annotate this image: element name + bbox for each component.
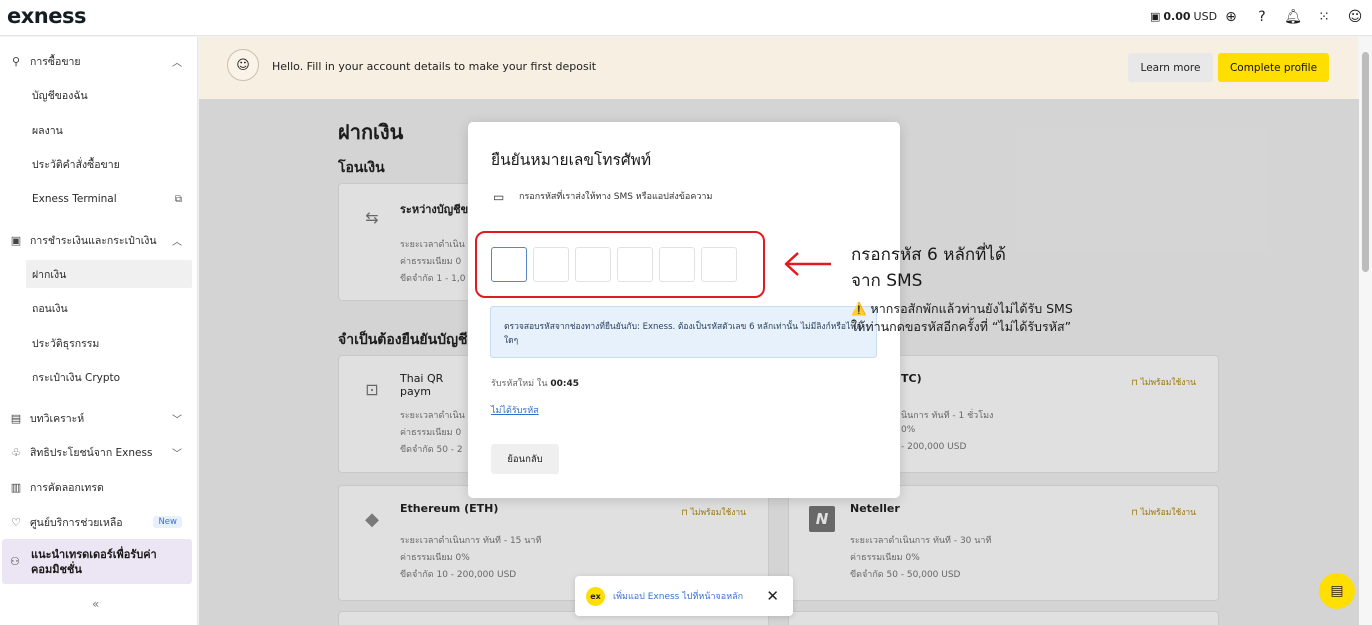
complete-profile-button[interactable]: Complete profile	[1218, 53, 1329, 82]
sidebar-item-help-center[interactable]: ♡ ศูนย์บริการช่วยเหลือ New	[0, 512, 198, 532]
chevron-up-icon: ︿	[172, 57, 182, 69]
help-icon[interactable]: ?	[1253, 8, 1271, 26]
benefits-icon: ♧	[11, 445, 21, 459]
sidebar-item-transactions[interactable]: ประวัติธุรกรรม	[0, 333, 198, 353]
sidebar-item-label: การซื้อขาย	[30, 55, 81, 68]
sidebar-item-payments[interactable]: ▣ การชำระเงินและกระเป๋าเงิน ︿	[0, 230, 198, 250]
sidebar-item-benefits[interactable]: ♧ สิทธิประโยชน์จาก Exness ﹀	[0, 442, 198, 462]
profile-icon[interactable]: ☺	[1346, 8, 1364, 26]
annotation-line: จาก SMS	[851, 271, 923, 291]
scrollbar-thumb[interactable]	[1362, 52, 1369, 272]
top-bar: exness ▣ 0.00 USD ⊕ ? 🔔︎ ⁙ ☺	[0, 0, 1372, 36]
sidebar-item-label: บัญชีของฉัน	[32, 89, 88, 102]
toast-text[interactable]: เพิ่มแอป Exness ไปที่หน้าจอหลัก	[613, 589, 743, 603]
users-icon: ⚇	[10, 555, 20, 568]
annotation-warning-line: ⚠️ หากรอสักพักแล้วท่านยังไม่ได้รับ SMS	[851, 301, 1073, 316]
sidebar-item-label: ผลงาน	[32, 124, 63, 137]
annotation-line: กรอกรหัส 6 หลักที่ได้	[851, 245, 1006, 265]
sidebar-item-analytics[interactable]: ▤ บทวิเคราะห์ ﹀	[0, 408, 198, 428]
sidebar-item-label: ประวัติคำสั่งซื้อขาย	[32, 158, 120, 171]
annotation-instruction: กรอกรหัส 6 หลักที่ได้ จาก SMS	[851, 242, 1071, 294]
sidebar-item-referral[interactable]: ⚇ แนะนำเทรดเดอร์เพื่อรับค่าคอมมิชชั่น	[2, 539, 192, 584]
add-to-homescreen-toast[interactable]: ex เพิ่มแอป Exness ไปที่หน้าจอหลัก ✕	[575, 576, 793, 616]
security-hint-text: ตรวจสอบรหัสจากช่องทางที่ยืนยันกับ: Exnes…	[504, 322, 862, 346]
sidebar-item-deposit[interactable]: ฝากเงิน	[26, 260, 192, 288]
sidebar-item-my-accounts[interactable]: บัญชีของฉัน	[0, 85, 198, 105]
chevron-down-icon: ﹀	[172, 448, 182, 460]
back-button[interactable]: ย้อนกลับ	[491, 444, 559, 474]
sidebar-item-crypto-wallet[interactable]: กระเป๋าเงิน Crypto	[0, 367, 198, 387]
close-icon[interactable]: ✕	[766, 587, 779, 605]
heart-icon: ♡	[11, 515, 21, 529]
otp-highlight-frame	[475, 231, 765, 298]
exness-app-icon: ex	[586, 586, 605, 606]
balance-amount: 0.00	[1163, 10, 1191, 23]
annotation-arrow-icon	[784, 252, 831, 276]
verify-phone-modal: ยืนยันหมายเลขโทรศัพท์ ▭ กรอกรหัสที่เราส่…	[468, 122, 900, 498]
chevron-up-icon: ︿	[172, 236, 182, 248]
annotation-warning: ⚠️ หากรอสักพักแล้วท่านยังไม่ได้รับ SMS ใ…	[851, 300, 1073, 336]
resend-timer: 00:45	[550, 379, 580, 389]
learn-more-button[interactable]: Learn more	[1128, 53, 1213, 82]
banner-message: Hello. Fill in your account details to m…	[272, 60, 597, 73]
sidebar-item-trading[interactable]: ⚲ การซื้อขาย ︿	[0, 51, 198, 71]
message-icon: ▭	[493, 190, 505, 204]
globe-icon[interactable]: ⊕	[1222, 8, 1240, 26]
wallet-icon: ▣	[1150, 10, 1161, 23]
sidebar-item-withdraw[interactable]: ถอนเงิน	[0, 298, 198, 318]
trading-icon: ⚲	[11, 54, 21, 68]
exness-logo[interactable]: exness	[7, 4, 86, 28]
sidebar-item-copy-trading[interactable]: ▥ การคัดลอกเทรด	[0, 477, 198, 497]
external-link-icon: ⧉	[174, 193, 182, 205]
analytics-icon: ▤	[10, 411, 22, 425]
user-avatar-icon: ☺	[227, 49, 259, 81]
sidebar-item-label: ถอนเงิน	[32, 302, 68, 315]
sidebar: ⚲ การซื้อขาย ︿ บัญชีของฉัน ผลงาน ประวัติ…	[0, 37, 198, 625]
sidebar-item-label: ฝากเงิน	[32, 268, 67, 281]
sidebar-item-label: แนะนำเทรดเดอร์เพื่อรับค่าคอมมิชชั่น	[31, 547, 157, 576]
resend-label: รับรหัสใหม่ ใน	[491, 379, 548, 389]
collapse-sidebar-button[interactable]: «	[92, 597, 99, 611]
chat-icon[interactable]: ▤	[1319, 573, 1355, 609]
copy-trading-icon: ▥	[10, 480, 22, 494]
sidebar-item-label: สิทธิประโยชน์จาก Exness	[30, 446, 153, 459]
modal-title: ยืนยันหมายเลขโทรศัพท์	[491, 151, 652, 169]
sidebar-item-terminal[interactable]: Exness Terminal ⧉	[0, 189, 198, 209]
apps-grid-icon[interactable]: ⁙	[1315, 8, 1333, 26]
sidebar-item-order-history[interactable]: ประวัติคำสั่งซื้อขาย	[0, 154, 198, 174]
sidebar-item-label: การคัดลอกเทรด	[30, 481, 104, 494]
sidebar-item-label: กระเป๋าเงิน Crypto	[32, 371, 121, 384]
sidebar-item-label: การชำระเงินและกระเป๋าเงิน	[30, 234, 157, 247]
sidebar-item-label: บทวิเคราะห์	[30, 412, 85, 425]
resend-countdown: รับรหัสใหม่ ใน 00:45	[491, 376, 579, 390]
sidebar-item-performance[interactable]: ผลงาน	[0, 120, 198, 140]
new-badge: New	[153, 516, 182, 528]
balance-currency: USD	[1193, 10, 1218, 23]
sidebar-item-label: ประวัติธุรกรรม	[32, 337, 100, 350]
bell-icon[interactable]: 🔔︎	[1284, 8, 1302, 26]
sidebar-item-label: ศูนย์บริการช่วยเหลือ	[30, 516, 123, 529]
wallet-icon: ▣	[10, 233, 22, 247]
sidebar-item-label: Exness Terminal	[32, 193, 117, 205]
profile-banner: ☺ Hello. Fill in your account details to…	[199, 37, 1357, 99]
no-code-link[interactable]: ไม่ได้รับรหัส	[491, 403, 539, 417]
annotation-warning-line: ให้ท่านกดขอรหัสอีกครั้งที่ “ไม่ได้รับรหั…	[851, 319, 1072, 334]
security-hint: ตรวจสอบรหัสจากช่องทางที่ยืนยันกับ: Exnes…	[490, 306, 877, 358]
balance-display[interactable]: ▣ 0.00 USD	[1150, 10, 1217, 23]
chevron-down-icon: ﹀	[172, 414, 182, 426]
modal-instruction: กรอกรหัสที่เราส่งให้ทาง SMS หรือแอปส่งข้…	[519, 192, 713, 202]
